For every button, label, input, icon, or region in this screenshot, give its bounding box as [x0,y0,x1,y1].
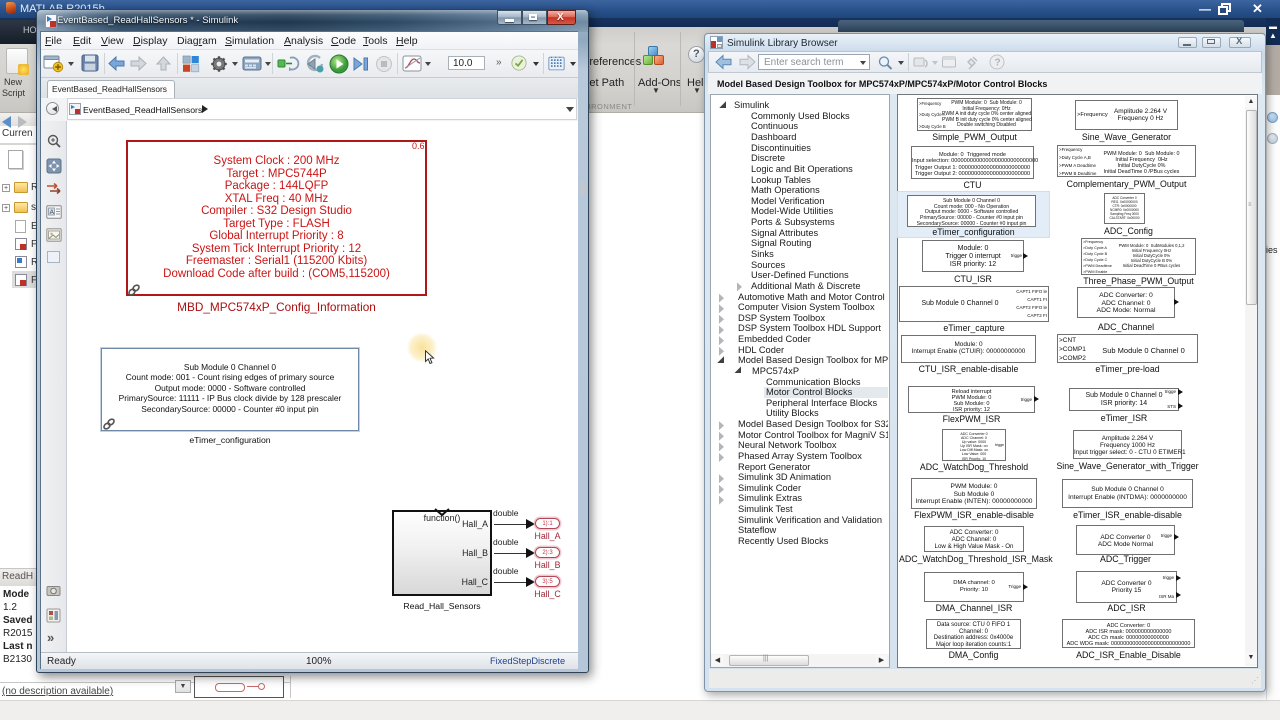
svg-text:A: A [50,209,55,216]
svg-text:?: ? [995,58,1001,69]
